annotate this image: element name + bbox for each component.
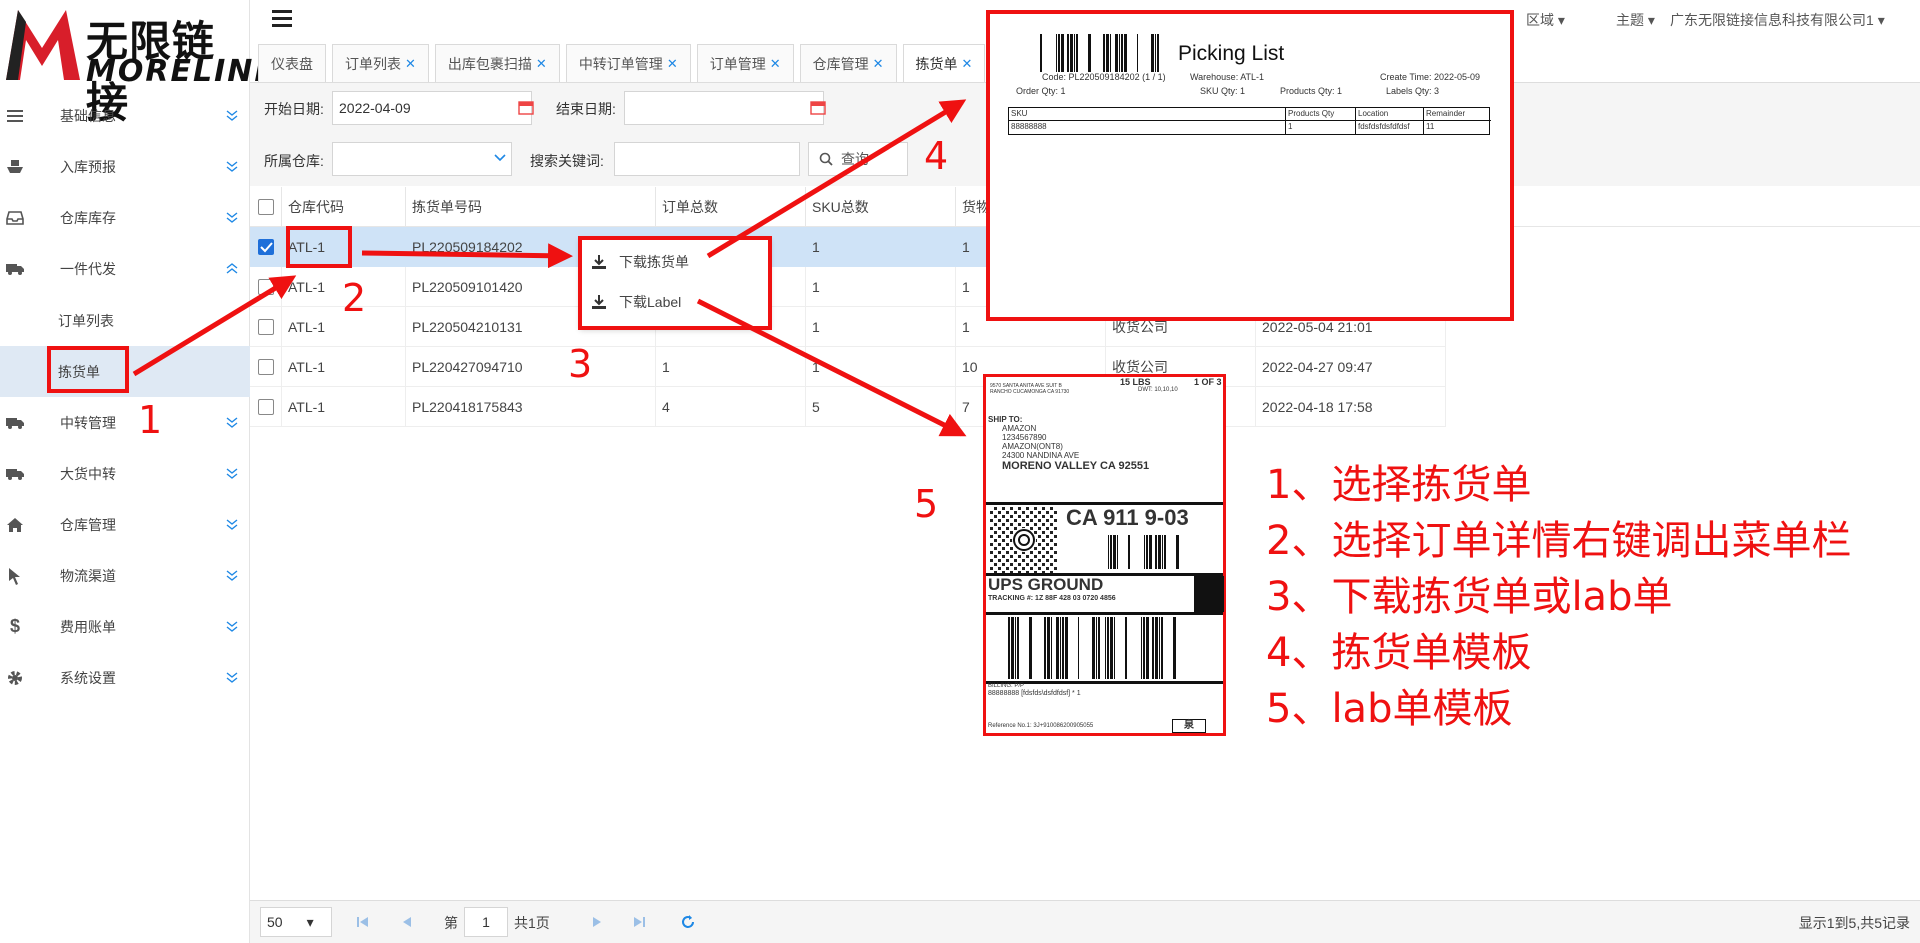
annotation-number-3: 3 <box>568 342 593 386</box>
annotation-number-2: 2 <box>342 276 367 320</box>
page-suffix: 共1页 <box>514 915 550 931</box>
page-number-input[interactable]: 1 <box>464 907 508 937</box>
page-prefix: 第 <box>444 915 458 931</box>
page-size-select[interactable]: 50 ▾ <box>260 907 332 937</box>
instruction-1: 1、选择拣货单 <box>1266 462 1532 508</box>
instruction-3: 3、下载拣货单或lab单 <box>1266 574 1673 620</box>
annotation-number-4: 4 <box>924 134 949 178</box>
instruction-5: 5、lab单模板 <box>1266 686 1513 732</box>
page-size-value: 50 <box>267 914 283 930</box>
last-page-icon[interactable] <box>632 915 646 929</box>
prev-page-icon[interactable] <box>400 915 414 929</box>
instruction-2: 2、选择订单详情右键调出菜单栏 <box>1266 518 1852 564</box>
first-page-icon[interactable] <box>356 915 370 929</box>
annotation-number-1: 1 <box>138 398 163 442</box>
annotation-arrows <box>132 99 967 437</box>
caret-down-icon: ▾ <box>306 913 314 930</box>
instruction-4: 4、拣货单模板 <box>1266 630 1532 676</box>
next-page-icon[interactable] <box>590 915 604 929</box>
record-summary: 显示1到5,共5记录 <box>1798 915 1910 931</box>
page-number-value: 1 <box>482 914 490 930</box>
pagination-bar: 50 ▾ 第 1 共1页 显示1到5,共5记录 <box>250 900 1920 943</box>
annotation-number-5: 5 <box>914 482 939 526</box>
refresh-icon[interactable] <box>680 914 696 930</box>
